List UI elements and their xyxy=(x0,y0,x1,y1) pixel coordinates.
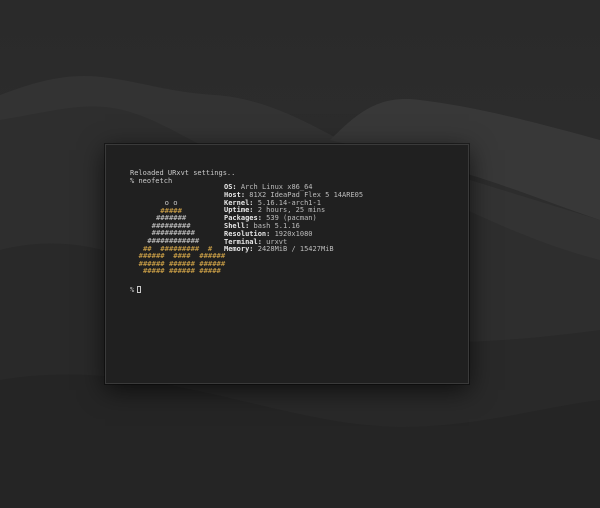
info-row-os: OS: Arch Linux x86_64 xyxy=(224,183,313,191)
desktop: Reloaded URxvt settings.. % neofetch o o… xyxy=(0,0,600,508)
info-row-terminal: Terminal: urxvt xyxy=(224,237,288,246)
info-row-kernel: Kernel: 5.16.14-arch1-1 xyxy=(224,198,321,207)
info-row-shell: Shell: bash 5.1.16 xyxy=(224,221,300,230)
prompt-symbol: % xyxy=(130,286,135,294)
reload-message: Reloaded URxvt settings.. xyxy=(130,169,236,177)
prompt-line[interactable]: % xyxy=(130,286,142,294)
info-row-uptime: Uptime: 2 hours, 25 mins xyxy=(224,206,326,215)
info-row-resolution: Resolution: 1920x1080 xyxy=(224,229,313,238)
terminal-window[interactable]: Reloaded URxvt settings.. % neofetch o o… xyxy=(105,144,469,384)
prompt-symbol: % xyxy=(130,177,135,185)
command-line: % neofetch xyxy=(130,177,172,185)
info-row-packages: Packages: 539 (pacman) xyxy=(224,214,317,223)
command-text: neofetch xyxy=(138,177,173,185)
text-cursor xyxy=(137,286,142,293)
info-row-memory: Memory: 2428MiB / 15427MiB xyxy=(224,245,334,254)
system-info: OS: Arch Linux x86_64 Host: 81X2 IdeaPad… xyxy=(224,183,363,253)
info-row-host: Host: 81X2 IdeaPad Flex 5 14ARE05 xyxy=(224,190,364,199)
art-line: ##### ###### ##### xyxy=(130,266,221,276)
arch-logo-ascii-art: o o ##### ####### ######### ########## #… xyxy=(130,199,226,276)
